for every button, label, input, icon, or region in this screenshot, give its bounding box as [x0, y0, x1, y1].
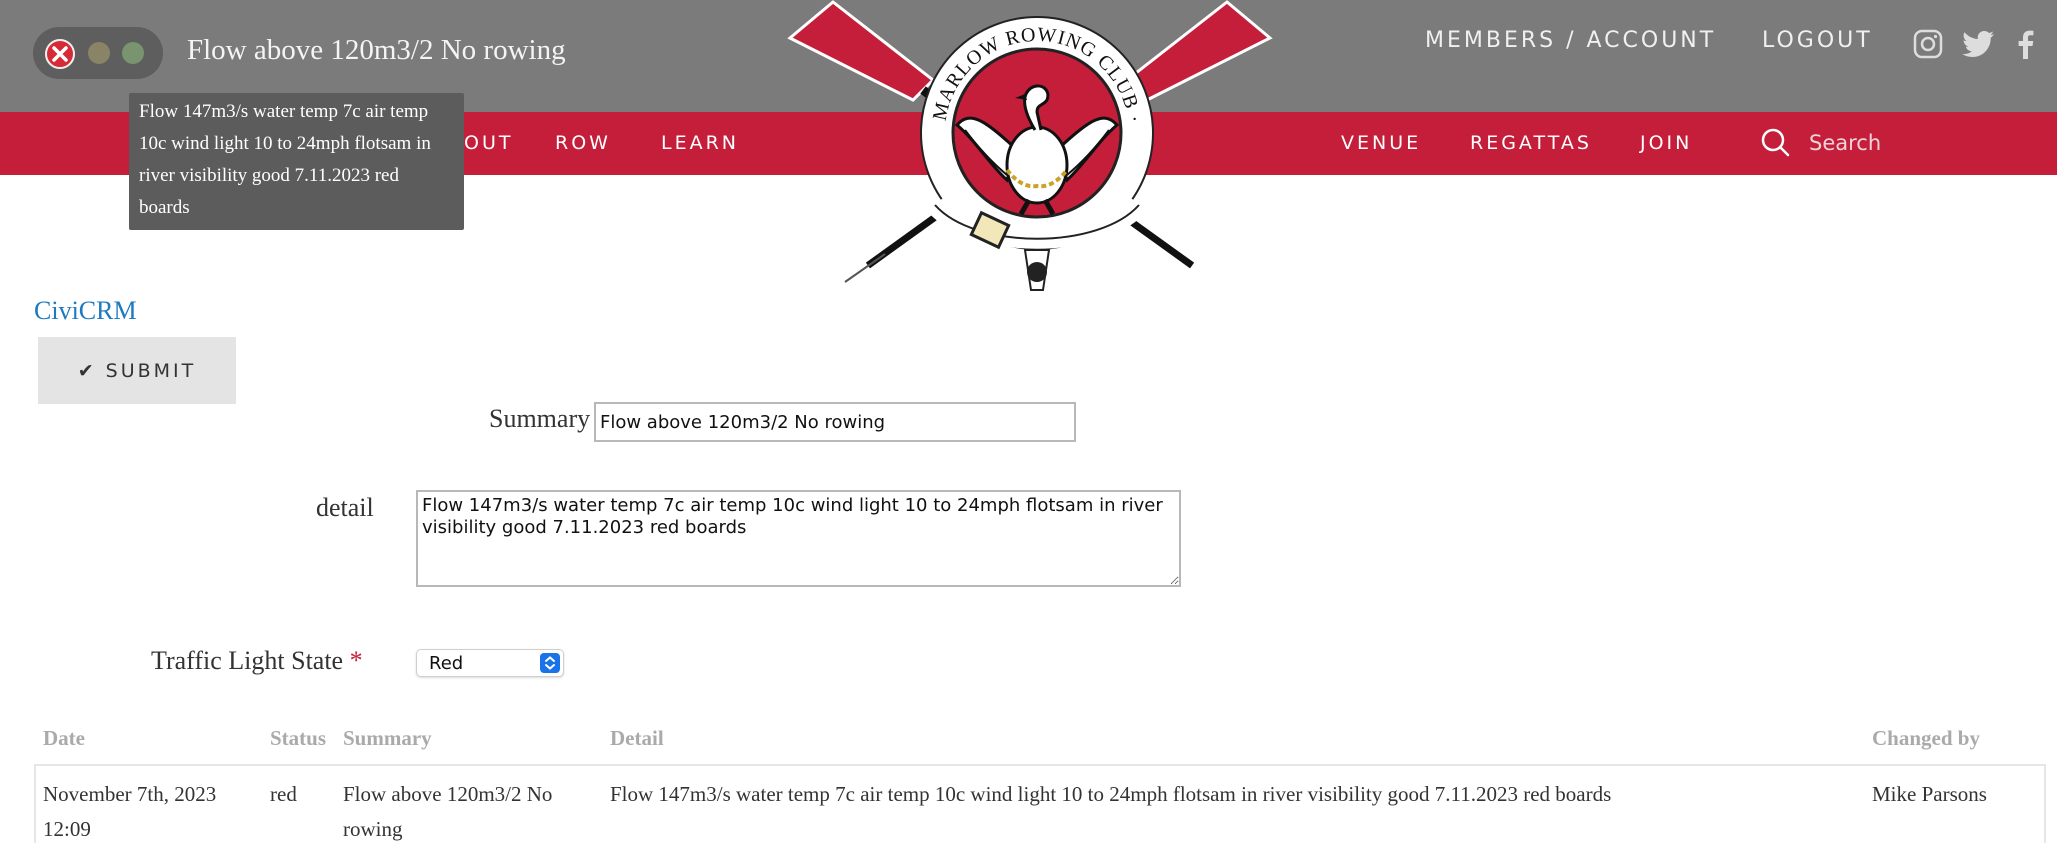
traffic-light-value: Red — [429, 653, 464, 674]
cell-changed-by: Mike Parsons — [1872, 782, 1987, 806]
check-icon: ✔ — [77, 359, 94, 382]
instagram-icon[interactable] — [1912, 28, 1944, 65]
window-title: Flow above 120m3/2 No rowing — [187, 34, 566, 66]
traffic-light-label-text: Traffic Light State — [151, 646, 344, 675]
cell-date-line2: 12:09 — [43, 817, 91, 841]
nav-item-row[interactable]: ROW — [555, 132, 611, 154]
table-header-status: Status — [270, 726, 327, 750]
nav-item-join[interactable]: JOIN — [1640, 132, 1692, 154]
cell-summary-line1: Flow above 120m3/2 No — [343, 782, 553, 806]
logout-link[interactable]: LOGOUT — [1762, 28, 1873, 53]
club-logo[interactable]: MARLOW ROWING CLUB · 1871 — [780, 0, 1275, 305]
cell-detail: Flow 147m3/s water temp 7c air temp 10c … — [610, 782, 1612, 806]
cell-summary: Flow above 120m3/2 No rowing — [343, 777, 552, 847]
table-header-changed-by: Changed by — [1872, 726, 1980, 750]
cell-date-line1: November 7th, 2023 — [43, 782, 217, 806]
nav-item-regattas[interactable]: REGATTAS — [1470, 132, 1592, 154]
submit-label: SUBMIT — [105, 359, 197, 382]
summary-label: Summary — [489, 404, 591, 433]
zoom-window-button[interactable] — [122, 42, 144, 64]
table-header-detail: Detail — [610, 726, 664, 750]
summary-input[interactable] — [594, 402, 1076, 442]
search-icon — [1761, 128, 1790, 157]
nav-item-about[interactable]: OUT — [464, 132, 513, 154]
detail-textarea[interactable]: Flow 147m3/s water temp 7c air temp 10c … — [416, 490, 1181, 587]
nav-item-learn[interactable]: LEARN — [661, 132, 739, 154]
twitter-icon[interactable] — [1962, 28, 1996, 65]
traffic-light-label: Traffic Light State * — [151, 646, 363, 676]
table-header-summary: Summary — [343, 726, 432, 750]
cell-date: November 7th, 2023 12:09 — [43, 777, 216, 847]
detail-label: detail — [316, 493, 374, 522]
submit-button[interactable]: ✔ SUBMIT — [38, 337, 236, 404]
members-account-link[interactable]: MEMBERS / ACCOUNT — [1425, 28, 1716, 53]
close-icon — [52, 46, 68, 62]
select-chevron-icon — [540, 653, 560, 673]
table-header-date: Date — [43, 726, 85, 750]
search-input[interactable]: Search — [1809, 131, 1881, 155]
window-controls — [33, 27, 163, 79]
tooltip: Flow 147m3/s water temp 7c air temp 10c … — [129, 93, 464, 230]
minimize-window-button[interactable] — [88, 42, 110, 64]
search-button[interactable] — [1760, 127, 1792, 164]
breadcrumb-civicrm[interactable]: CiviCRM — [34, 296, 137, 326]
cell-status: red — [270, 782, 297, 806]
required-marker: * — [349, 646, 363, 675]
cell-summary-line2: rowing — [343, 817, 403, 841]
facebook-icon[interactable] — [2015, 28, 2035, 65]
nav-item-venue[interactable]: VENUE — [1341, 132, 1421, 154]
traffic-light-select[interactable]: Red — [416, 649, 564, 677]
close-window-button[interactable] — [45, 39, 75, 69]
